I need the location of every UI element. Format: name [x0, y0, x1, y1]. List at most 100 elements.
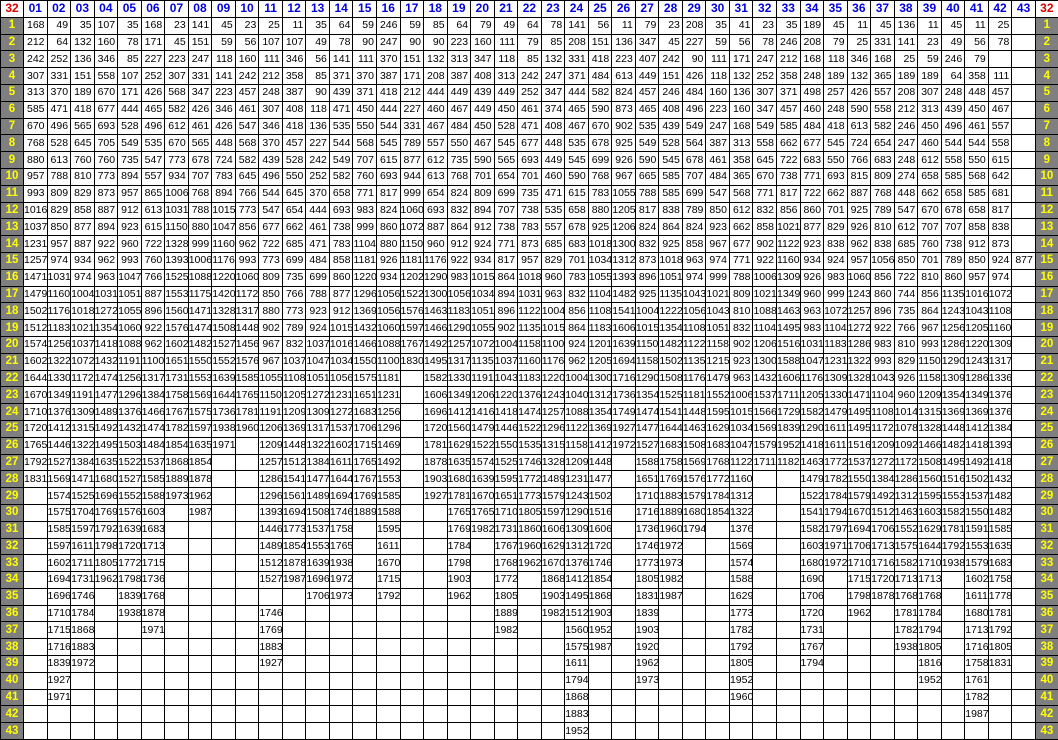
table-cell: 1781 [894, 605, 918, 622]
table-cell: 699 [494, 185, 518, 202]
table-cell [824, 622, 848, 639]
table-cell: 247 [541, 68, 565, 85]
table-cell: 365 [729, 168, 753, 185]
table-cell: 387 [282, 84, 306, 101]
row-label-left: 15 [1, 252, 24, 269]
table-cell [447, 622, 471, 639]
table-cell [800, 706, 824, 723]
table-cell: 960 [800, 286, 824, 303]
table-cell: 1792 [941, 538, 965, 555]
table-cell: 1767 [165, 404, 189, 421]
table-cell: 1272 [306, 387, 330, 404]
column-header: 38 [894, 1, 918, 18]
table-cell [894, 672, 918, 689]
table-cell: 1731 [800, 622, 824, 639]
column-header: 41 [965, 1, 989, 18]
table-cell: 1160 [988, 320, 1012, 337]
table-cell: 788 [47, 168, 71, 185]
table-cell: 1798 [118, 572, 142, 589]
table-cell: 824 [682, 219, 706, 236]
column-header: 36 [847, 1, 871, 18]
table-cell: 1456 [235, 336, 259, 353]
table-cell: 963 [729, 370, 753, 387]
table-cell: 1209 [918, 387, 942, 404]
row-label-right: 40 [1035, 672, 1058, 689]
table-cell: 168 [24, 17, 48, 34]
table-cell [871, 706, 895, 723]
table-cell: 547 [141, 152, 165, 169]
table-cell: 642 [988, 168, 1012, 185]
table-cell: 1550 [188, 353, 212, 370]
table-cell: 1312 [612, 252, 636, 269]
table-cell: 565 [71, 118, 95, 135]
table-cell: 49 [306, 34, 330, 51]
table-cell: 1034 [588, 252, 612, 269]
table-cell: 1611 [565, 656, 589, 673]
table-cell [400, 504, 424, 521]
table-cell: 1773 [518, 488, 542, 505]
column-header: 33 [777, 1, 801, 18]
table-cell: 1466 [353, 336, 377, 353]
table-cell: 1952 [918, 672, 942, 689]
table-row: 5313370189670171426568347223457248387904… [1, 84, 1058, 101]
table-row: 2316701349119114771296138417581569164417… [1, 387, 1058, 404]
table-cell [329, 622, 353, 639]
row-label-left: 21 [1, 353, 24, 370]
table-cell: 1393 [259, 504, 283, 521]
table-row: 1614711031974963104776615251088122010608… [1, 269, 1058, 286]
table-cell: 1183 [824, 336, 848, 353]
table-cell: 246 [941, 51, 965, 68]
table-cell: 1597 [400, 320, 424, 337]
table-cell: 1122 [565, 420, 589, 437]
table-cell: 788 [188, 202, 212, 219]
table-cell: 693 [94, 118, 118, 135]
table-cell [706, 572, 730, 589]
table-cell: 1651 [635, 471, 659, 488]
table-cell: 1792 [988, 622, 1012, 639]
table-cell [871, 605, 895, 622]
table-cell [941, 622, 965, 639]
table-cell: 78 [753, 34, 777, 51]
table-cell: 824 [376, 202, 400, 219]
table-cell: 864 [447, 219, 471, 236]
table-cell: 1384 [141, 387, 165, 404]
row-label-left: 42 [1, 706, 24, 723]
table-cell: 547 [706, 185, 730, 202]
table-cell: 1043 [682, 286, 706, 303]
table-cell: 1889 [353, 504, 377, 521]
table-cell: 1595 [494, 471, 518, 488]
table-cell: 1512 [259, 555, 283, 572]
table-cell: 962 [847, 236, 871, 253]
table-cell: 912 [471, 219, 495, 236]
table-cell: 535 [141, 135, 165, 152]
table-cell: 1952 [729, 672, 753, 689]
table-cell: 894 [494, 286, 518, 303]
table-cell: 1639 [118, 521, 142, 538]
table-cell: 1854 [188, 454, 212, 471]
table-cell: 1160 [212, 236, 236, 253]
table-cell [447, 723, 471, 740]
table-cell: 924 [565, 336, 589, 353]
table-cell: 1553 [941, 488, 965, 505]
row-label-right: 28 [1035, 471, 1058, 488]
table-cell: 1765 [353, 454, 377, 471]
table-cell: 1172 [871, 420, 895, 437]
table-cell: 1713 [141, 538, 165, 555]
row-label-left: 5 [1, 84, 24, 101]
table-cell: 168 [871, 51, 895, 68]
table-cell: 1694 [847, 521, 871, 538]
table-cell: 168 [141, 17, 165, 34]
row-label-left: 2 [1, 34, 24, 51]
table-cell [235, 639, 259, 656]
table-cell: 496 [47, 118, 71, 135]
table-cell [24, 656, 48, 673]
table-cell: 1290 [635, 370, 659, 387]
table-cell: 1552 [212, 353, 236, 370]
table-cell [188, 672, 212, 689]
table-cell: 771 [353, 185, 377, 202]
table-cell: 496 [259, 168, 283, 185]
table-cell: 223 [706, 101, 730, 118]
table-cell: 1108 [988, 303, 1012, 320]
table-cell: 85 [541, 34, 565, 51]
table-cell: 962 [141, 336, 165, 353]
